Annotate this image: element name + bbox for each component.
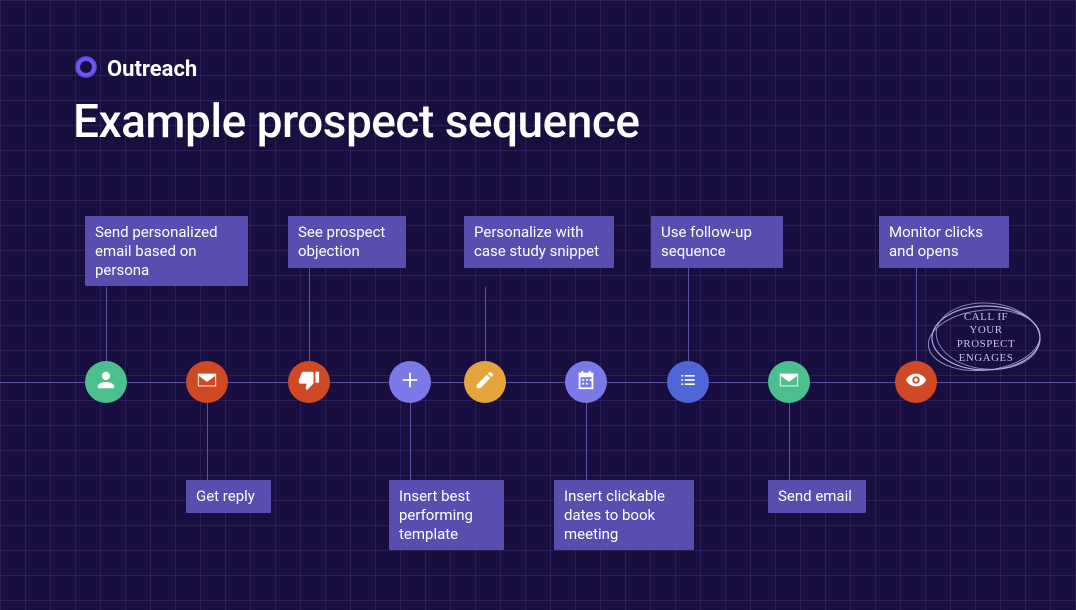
scribble-callout: CALL IF YOUR PROSPECT ENGAGES (926, 298, 1046, 378)
connector (688, 268, 689, 361)
person-icon (95, 369, 117, 395)
email-icon (778, 369, 800, 395)
label-monitor: Monitor clicks and opens (879, 216, 1009, 268)
node-thumbs-down (288, 361, 330, 403)
connector (106, 287, 107, 361)
brand-name: Outreach (107, 57, 197, 82)
node-eye (895, 361, 937, 403)
page-title: Example prospect sequence (73, 95, 640, 149)
label-followup-sequence: Use follow-up sequence (651, 216, 783, 268)
label-insert-dates: Insert clickable dates to book meeting (554, 480, 694, 550)
node-email-reply (186, 361, 228, 403)
brand-ring-icon (75, 56, 97, 82)
label-personalize-snippet: Personalize with case study snippet (464, 216, 614, 268)
node-calendar (565, 361, 607, 403)
email-icon (196, 369, 218, 395)
connector (207, 403, 208, 480)
node-person (85, 361, 127, 403)
connector (916, 268, 917, 361)
connector (789, 403, 790, 480)
calendar-icon (575, 369, 597, 395)
label-get-reply: Get reply (186, 480, 271, 513)
label-insert-template: Insert best performing template (389, 480, 504, 550)
list-icon (678, 370, 698, 394)
node-pencil (464, 361, 506, 403)
node-list (667, 361, 709, 403)
node-send-email (768, 361, 810, 403)
eye-icon (905, 369, 927, 395)
connector (309, 268, 310, 361)
brand-logo: Outreach (75, 56, 197, 82)
pencil-icon (474, 369, 496, 395)
connector (485, 287, 486, 361)
node-plus (389, 361, 431, 403)
label-persona-email: Send personalized email based on persona (85, 216, 248, 286)
connector (410, 403, 411, 480)
label-send-email: Send email (768, 480, 866, 513)
label-see-objection: See prospect objection (288, 216, 406, 268)
connector (586, 403, 587, 480)
plus-icon (399, 369, 421, 395)
background-grid (0, 0, 1076, 610)
thumbs-down-icon (298, 369, 320, 395)
scribble-text: CALL IF YOUR PROSPECT ENGAGES (926, 298, 1046, 378)
